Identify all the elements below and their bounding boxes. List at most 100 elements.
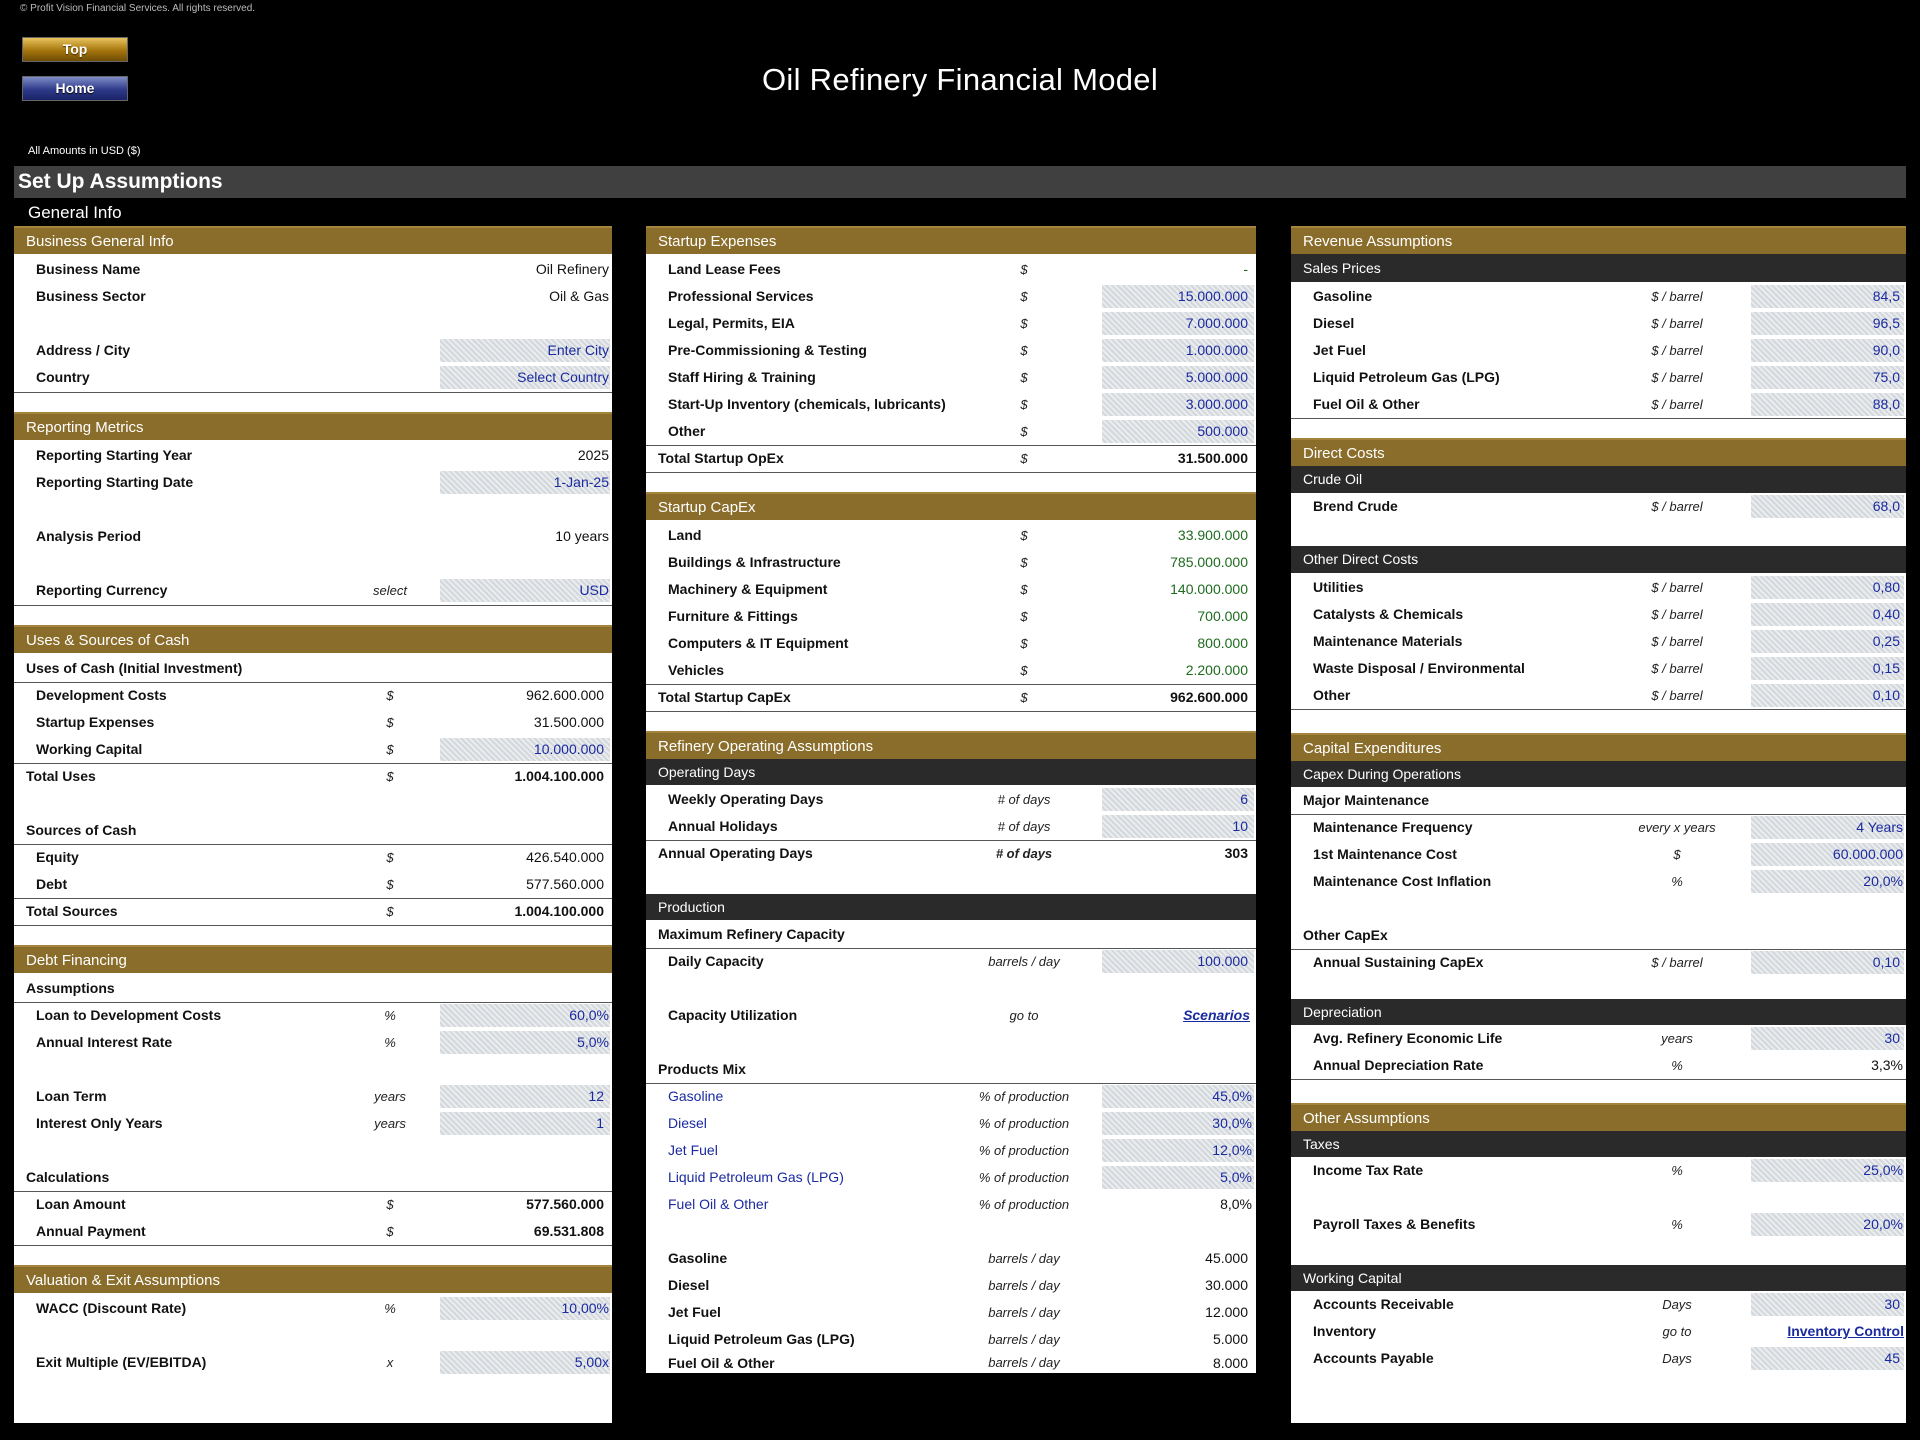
production-unit: % of production [978,1197,1070,1212]
maintenance-inflation-input[interactable]: 20,0% [1863,868,1903,895]
page-title: Oil Refinery Financial Model [761,62,1159,97]
daily-capacity-input[interactable]: 100.000 [1197,948,1248,975]
depreciation-rate-value: 3,3% [1871,1057,1903,1073]
percent-unit: % [384,1035,396,1050]
accounts-receivable-input[interactable]: 30 [1884,1291,1900,1318]
mix-lpg-label: Liquid Petroleum Gas (LPG) [668,1169,844,1185]
startup-inventory-label: Start-Up Inventory (chemicals, lubricant… [668,396,946,412]
sources-of-cash-label: Sources of Cash [26,822,137,838]
annual-holidays-label: Annual Holidays [668,818,778,834]
prod-fuel-oil-value: 8.000 [1212,1355,1248,1371]
exit-multiple-input[interactable]: 5,00x [575,1349,609,1376]
first-maintenance-cost-input[interactable]: 60.000.000 [1833,841,1903,868]
dollar-unit: $ [386,1197,394,1212]
analysis-period-value[interactable]: 10 years [555,523,609,550]
business-sector-value[interactable]: Oil & Gas [549,283,609,310]
price-diesel-input[interactable]: 96,5 [1873,310,1900,337]
reporting-currency-label: Reporting Currency [36,582,168,598]
loan-to-dev-input[interactable]: 60,0% [569,1002,609,1029]
loan-term-input[interactable]: 12 [588,1083,604,1110]
address-city-input[interactable]: Enter City [548,337,609,364]
mix-gasoline-input[interactable]: 45,0% [1212,1083,1252,1110]
scenarios-link[interactable]: Scenarios [1183,1002,1250,1029]
mix-diesel-label: Diesel [668,1115,707,1131]
barrel-unit: $ / barrel [1651,289,1703,304]
column-general: Business General Info Business Name Oil R… [14,226,612,1423]
dollar-unit: $ [1020,289,1028,304]
waste-disposal-input[interactable]: 0,15 [1873,655,1900,682]
subsection-other-direct-costs: Other Direct Costs [1291,546,1906,573]
top-button[interactable]: Top [22,37,128,62]
price-gasoline-input[interactable]: 84,5 [1873,283,1900,310]
barrel-unit: $ / barrel [1651,316,1703,331]
dollar-unit: $ [386,877,394,892]
maintenance-materials-input[interactable]: 0,25 [1873,628,1900,655]
total-startup-capex-label: Total Startup CapEx [658,689,791,705]
price-gasoline-label: Gasoline [1313,288,1373,304]
working-capital-input[interactable]: 10.000.000 [534,736,604,763]
legal-permits-input[interactable]: 7.000.000 [1186,310,1248,337]
weekly-operating-days-input[interactable]: 6 [1240,786,1248,813]
direct-other-input[interactable]: 0,10 [1873,682,1900,709]
annual-holidays-input[interactable]: 10 [1232,813,1248,840]
business-name-value[interactable]: Oil Refinery [536,256,609,283]
price-fuel-oil-label: Fuel Oil & Other [1313,396,1420,412]
catalysts-input[interactable]: 0,40 [1873,601,1900,628]
multiple-unit: x [386,1355,394,1370]
economic-life-input[interactable]: 30 [1884,1025,1900,1052]
buildings-value: 785.000.000 [1170,554,1248,570]
uses-of-cash-label: Uses of Cash (Initial Investment) [26,660,243,676]
production-unit: % of production [978,1089,1070,1104]
startup-inventory-input[interactable]: 3.000.000 [1186,391,1248,418]
utilities-input[interactable]: 0,80 [1873,574,1900,601]
mix-diesel-input[interactable]: 30,0% [1212,1110,1252,1137]
accounts-payable-input[interactable]: 45 [1884,1345,1900,1372]
section-capital-expenditures: Capital Expenditures [1291,733,1906,761]
payroll-taxes-input[interactable]: 20,0% [1863,1211,1903,1238]
price-jet-fuel-input[interactable]: 90,0 [1873,337,1900,364]
mix-lpg-input[interactable]: 5,0% [1220,1164,1252,1191]
section-startup-expenses: Startup Expenses [646,226,1256,254]
income-tax-rate-input[interactable]: 25,0% [1863,1157,1903,1184]
country-label: Country [36,369,90,385]
sustaining-capex-label: Annual Sustaining CapEx [1313,954,1484,970]
mix-jet-fuel-input[interactable]: 12,0% [1212,1137,1252,1164]
pre-commissioning-input[interactable]: 1.000.000 [1186,337,1248,364]
subsection-working-capital: Working Capital [1291,1265,1906,1291]
barrels-day-unit: barrels / day [988,1305,1060,1320]
production-unit: % of production [978,1143,1070,1158]
dollar-unit: $ [1020,343,1028,358]
startup-other-input[interactable]: 500.000 [1197,418,1248,445]
amounts-currency-label: All Amounts in USD ($) [28,145,141,157]
brent-crude-input[interactable]: 68,0 [1873,493,1900,520]
subsection-operating-days: Operating Days [646,759,1256,785]
dollar-unit: $ [1020,370,1028,385]
products-mix-label: Products Mix [658,1061,746,1077]
price-fuel-oil-input[interactable]: 88,0 [1873,391,1900,418]
professional-services-input[interactable]: 15.000.000 [1178,283,1248,310]
spreadsheet-window: { "copyright":"© Profit Vision Financial… [0,0,1920,1440]
startup-expenses-label: Startup Expenses [36,714,155,730]
maintenance-frequency-input[interactable]: 4 Years [1856,814,1903,841]
address-city-label: Address / City [36,342,131,358]
inventory-control-link[interactable]: Inventory Control [1787,1318,1904,1345]
reporting-start-year-value[interactable]: 2025 [578,442,609,469]
maintenance-frequency-label: Maintenance Frequency [1313,819,1473,835]
price-lpg-input[interactable]: 75,0 [1873,364,1900,391]
waste-disposal-label: Waste Disposal / Environmental [1313,660,1525,676]
country-select[interactable]: Select Country [517,364,609,391]
reporting-currency-select[interactable]: USD [579,577,609,604]
wacc-input[interactable]: 10,00% [562,1295,609,1322]
annual-interest-rate-input[interactable]: 5,0% [577,1029,609,1056]
total-startup-opex-value: 31.500.000 [1177,450,1248,466]
total-sources-label: Total Sources [26,903,118,919]
interest-only-years-input[interactable]: 1 [596,1110,604,1137]
sustaining-capex-input[interactable]: 0,10 [1873,949,1900,976]
total-startup-opex-label: Total Startup OpEx [658,450,784,466]
staff-hiring-input[interactable]: 5.000.000 [1186,364,1248,391]
loan-term-label: Loan Term [36,1088,107,1104]
max-refinery-capacity-label: Maximum Refinery Capacity [658,926,845,942]
dollar-unit: $ [1020,582,1028,597]
dollar-unit: $ [1020,262,1028,277]
reporting-start-date-input[interactable]: 1-Jan-25 [554,469,609,496]
